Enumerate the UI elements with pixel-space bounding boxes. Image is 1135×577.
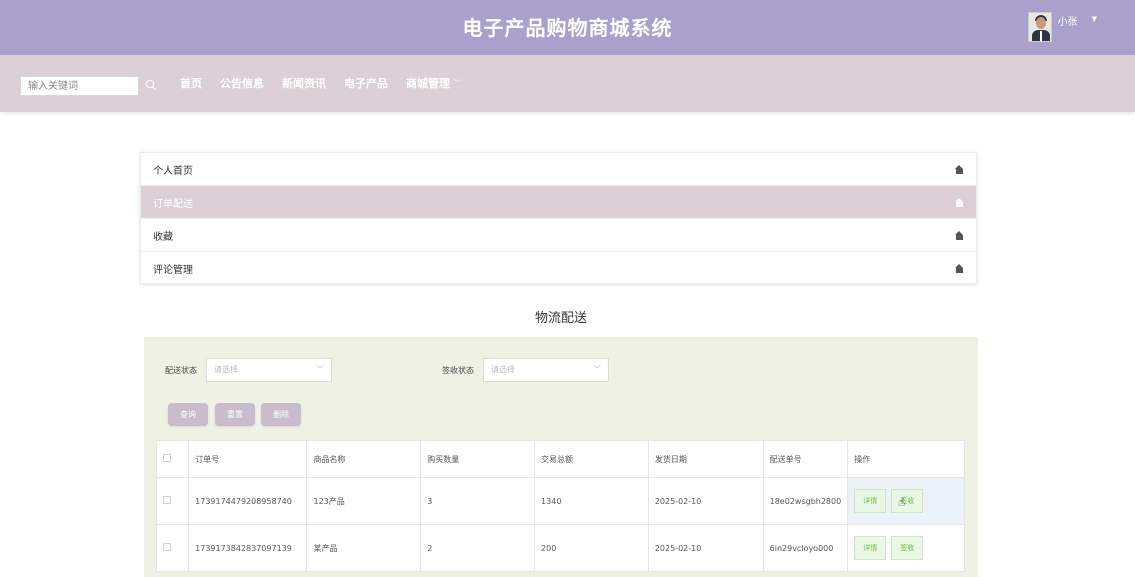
delivery-table: 订单号 商品名称 购买数量 交易总额 发货日期 配送单号 操作 17391744… — [156, 440, 965, 572]
nav-item-mall-management[interactable]: 商城管理 ﹀ — [406, 75, 462, 91]
caret-down-icon[interactable]: ▼ — [1092, 15, 1097, 23]
nav-item-products[interactable]: 电子产品 — [344, 75, 388, 91]
nav-bar: 首页 公告信息 新闻资讯 电子产品 商城管理﹀ — [0, 55, 1135, 112]
avatar[interactable] — [1027, 12, 1052, 42]
search-input[interactable] — [20, 76, 139, 96]
table-row: 1739174479208958740 123产品 3 1340 2025-02… — [156, 477, 965, 525]
menu-item-favorites[interactable]: 收藏 — [141, 219, 976, 252]
home-icon — [955, 197, 964, 207]
reset-button[interactable]: 重置 — [215, 403, 255, 426]
nav-item-home[interactable]: 首页 — [180, 75, 202, 91]
column-header: 操作 — [847, 440, 965, 478]
menu-item-order-delivery[interactable]: 订单配送 — [141, 186, 976, 219]
ship-date: 2025-02-10 — [648, 524, 764, 572]
home-icon — [955, 164, 964, 174]
order-number: 1739174479208958740 — [188, 477, 308, 525]
ship-date: 2025-02-10 — [648, 477, 764, 525]
top-header: 电子产品购物商城系统 小张 ▼ — [0, 0, 1135, 55]
row-checkbox[interactable] — [156, 477, 190, 525]
product-name: 123产品 — [306, 477, 422, 525]
quantity: 3 — [420, 477, 536, 525]
query-button[interactable]: 查询 — [168, 403, 208, 426]
actions-cell: 详情 签收 — [847, 524, 965, 572]
hand-cursor-icon: ☝ — [898, 495, 906, 509]
delivery-status-label: 配送状态 — [165, 366, 197, 375]
table-header-row: 订单号 商品名称 购买数量 交易总额 发货日期 配送单号 操作 — [156, 440, 965, 478]
sign-status-label: 签收状态 — [442, 366, 474, 375]
actions-cell: 详情 签收 — [847, 477, 965, 525]
column-header: 购买数量 — [420, 440, 536, 478]
section-title: 物流配送 — [534, 311, 587, 326]
total-amount: 1340 — [534, 477, 649, 525]
menu-item-personal-home[interactable]: 个人首页 — [141, 153, 976, 186]
tracking-number: 18e02wsgbh2800 — [763, 477, 849, 525]
nav-item-notices[interactable]: 公告信息 — [220, 75, 264, 91]
row-checkbox[interactable] — [156, 524, 190, 572]
column-header: 配送单号 — [763, 440, 849, 478]
detail-button[interactable]: 详情 — [854, 536, 887, 560]
site-title: 电子产品购物商城系统 — [462, 16, 673, 40]
sign-button[interactable]: 签收 — [891, 489, 924, 513]
chevron-down-icon: ﹀ — [454, 78, 462, 88]
menu-item-comments[interactable]: 评论管理 — [141, 252, 976, 285]
nav-item-news[interactable]: 新闻资讯 — [282, 75, 326, 91]
delivery-status-select[interactable]: 请选择 ﹀ — [206, 358, 332, 382]
detail-button[interactable]: 详情 — [854, 489, 887, 513]
column-header: 订单号 — [188, 440, 308, 478]
select-all-checkbox[interactable] — [156, 440, 190, 478]
search-icon[interactable] — [145, 79, 157, 91]
delete-button[interactable]: 删除 — [261, 403, 301, 426]
chevron-down-icon: ﹀ — [316, 365, 324, 374]
sign-status-select[interactable]: 请选择 ﹀ — [483, 358, 609, 382]
home-icon — [955, 264, 964, 273]
home-icon — [955, 230, 964, 240]
quantity: 2 — [420, 524, 536, 572]
user-menu[interactable]: 小张 ▼ — [1027, 12, 1097, 44]
tracking-number: 6in29vcloyo000 — [763, 524, 849, 572]
column-header: 发货日期 — [648, 440, 764, 478]
personal-menu: 个人首页 订单配送 收藏 评论管理 — [140, 152, 977, 284]
order-number: 1739173842837097139 — [188, 524, 308, 572]
username[interactable]: 小张 — [1058, 13, 1078, 28]
product-name: 某产品 — [306, 524, 422, 572]
total-amount: 200 — [534, 524, 649, 572]
sign-button[interactable]: 签收 — [891, 536, 924, 560]
column-header: 交易总额 — [534, 440, 649, 478]
table-row: 1739173842837097139 某产品 2 200 2025-02-10… — [156, 524, 965, 572]
chevron-down-icon: ﹀ — [593, 365, 601, 374]
column-header: 商品名称 — [306, 440, 422, 478]
